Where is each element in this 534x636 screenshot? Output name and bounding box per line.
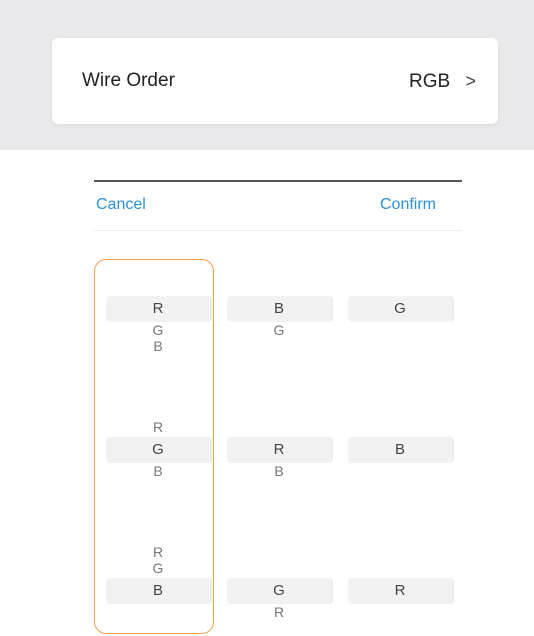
picker-option-selected[interactable]: G xyxy=(106,437,212,463)
wire-order-current-value: RGB xyxy=(409,71,451,92)
picker-option-selected[interactable]: G xyxy=(227,578,333,604)
picker-option-selected[interactable]: R xyxy=(106,296,212,322)
picker-option-selected[interactable]: G xyxy=(348,296,454,322)
picker-option[interactable]: G xyxy=(227,322,331,338)
chevron-right-icon: > xyxy=(465,71,476,91)
wire-order-label: Wire Order xyxy=(82,70,175,91)
picker-option[interactable]: B xyxy=(227,463,331,479)
settings-section: Wire Order RGB > xyxy=(0,0,534,150)
picker-top-divider xyxy=(94,180,462,182)
picker-option[interactable]: R xyxy=(227,604,331,620)
picker-option[interactable]: G xyxy=(106,560,210,576)
picker-option-selected[interactable]: B xyxy=(106,578,212,604)
picker-header-divider xyxy=(94,230,462,231)
picker-option[interactable]: B xyxy=(106,338,210,354)
picker-option-selected[interactable]: B xyxy=(227,296,333,322)
confirm-button[interactable]: Confirm xyxy=(380,196,436,214)
picker-option-selected[interactable]: R xyxy=(227,437,333,463)
picker-option[interactable]: R xyxy=(106,419,210,435)
cancel-button[interactable]: Cancel xyxy=(96,196,146,214)
wire-order-setting[interactable]: Wire Order RGB > xyxy=(52,38,498,124)
picker-option[interactable]: G xyxy=(106,322,210,338)
wire-order-value[interactable]: RGB > xyxy=(409,38,476,125)
picker-option[interactable]: B xyxy=(106,463,210,479)
picker-option-selected[interactable]: B xyxy=(348,437,454,463)
picker-option-selected[interactable]: R xyxy=(348,578,454,604)
picker-option[interactable]: R xyxy=(106,544,210,560)
